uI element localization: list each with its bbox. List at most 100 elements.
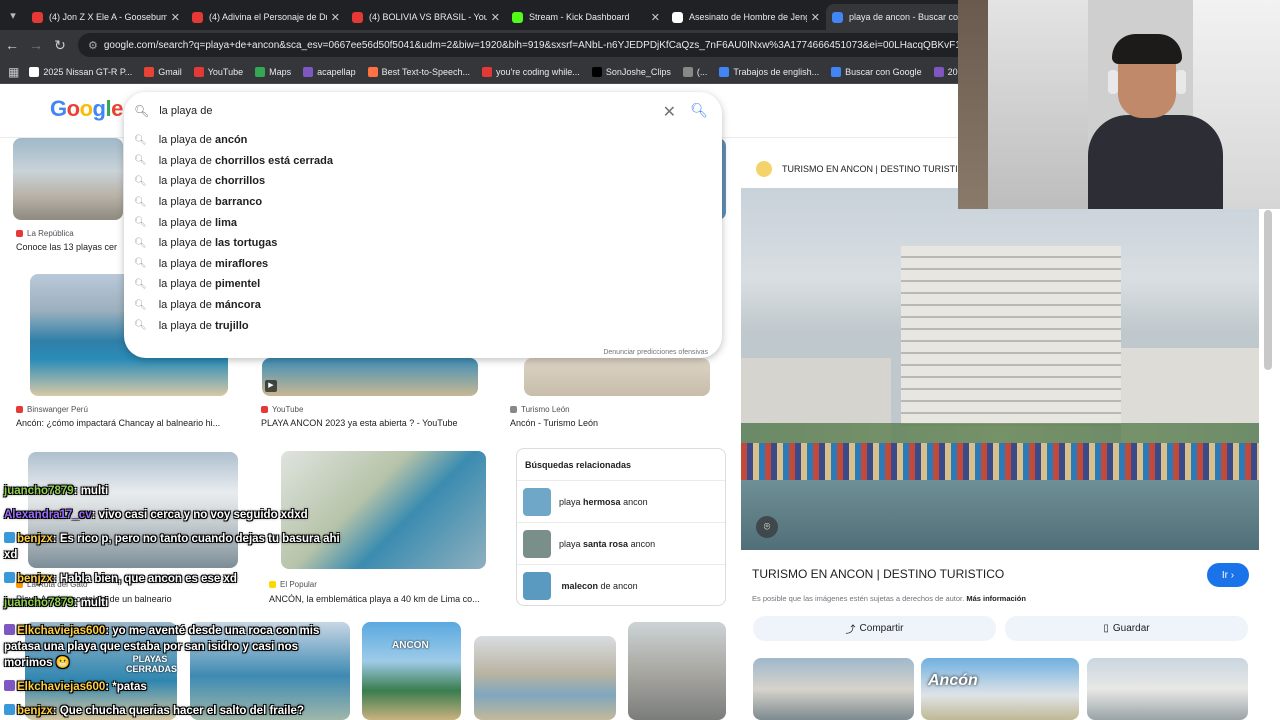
bookmark-favicon <box>29 66 40 77</box>
result-caption[interactable]: PLAYA ANCON 2023 ya esta abierta ? - You… <box>261 418 485 428</box>
report-predictions-link[interactable]: Denunciar predicciones ofensivas <box>603 349 708 356</box>
similar-thumb-text: Ancón <box>928 672 978 689</box>
tab-search-icon[interactable]: ▾ <box>0 0 26 30</box>
bookmark-item[interactable]: SonJoshe_Clips <box>591 66 671 77</box>
bookmark-item[interactable]: 2025 Nissan GT-R P... <box>29 66 132 77</box>
chat-badge-icon <box>4 680 15 691</box>
bookmark-label: YouTube <box>207 66 244 77</box>
result-caption[interactable]: ANCÓN, la emblemática playa a 40 km de L… <box>269 594 499 604</box>
tab-favicon <box>192 11 203 23</box>
search-icon: 🔍︎ <box>134 278 147 290</box>
search-query: la playa de <box>159 105 213 117</box>
suggestion-item[interactable]: 🔍︎ la playa de máncora <box>124 295 722 316</box>
chat-badge-icon <box>4 572 15 583</box>
panel-title[interactable]: TURISMO EN ANCON | DESTINO TURISTICO <box>752 567 1004 581</box>
bookmark-item[interactable]: Buscar con Google <box>831 66 922 77</box>
bookmark-item[interactable]: (... <box>682 66 707 77</box>
lens-icon[interactable]: ⌾ <box>756 516 778 538</box>
related-search-item[interactable]: playa hermosa ancon <box>517 481 725 523</box>
back-icon[interactable]: ← <box>0 37 24 53</box>
tab-favicon <box>352 11 363 23</box>
suggestion-item[interactable]: 🔍︎ la playa de pimentel <box>124 274 722 295</box>
result-caption[interactable]: Ancón - Turismo León <box>510 418 710 428</box>
result-image-11[interactable] <box>628 622 726 720</box>
similar-image-3[interactable] <box>1087 658 1248 720</box>
similar-image-1[interactable] <box>753 658 914 720</box>
related-search-item[interactable]: malecon de ancon <box>517 565 725 607</box>
result-image-9[interactable] <box>362 622 461 720</box>
suggestion-completion: lima <box>214 216 237 229</box>
browser-tab[interactable]: (4) Adivina el Personaje de Dra ✕ <box>186 4 346 30</box>
address-input[interactable]: ⚙ google.com/search?q=playa+de+ancon&sca… <box>78 33 1078 57</box>
search-icon: 🔍︎ <box>134 155 147 167</box>
browser-tab[interactable]: (4) Jon Z X Ele A - Goosebumps ✕ <box>26 4 186 30</box>
result-image-6[interactable] <box>281 451 486 569</box>
close-tab-icon[interactable]: ✕ <box>491 11 500 24</box>
bookmark-item[interactable]: YouTube <box>193 66 244 77</box>
bookmark-favicon <box>831 66 842 77</box>
bookmark-item[interactable]: Best Text-to-Speech... <box>367 66 471 77</box>
browser-tab[interactable]: Stream - Kick Dashboard ✕ <box>506 4 666 30</box>
search-input[interactable]: 🔍︎ la playa de <box>124 92 722 130</box>
suggestion-item[interactable]: 🔍︎ la playa de ancón <box>124 130 722 151</box>
bookmark-favicon <box>144 66 155 77</box>
close-tab-icon[interactable]: ✕ <box>651 11 660 24</box>
suggestion-prefix: la playa de <box>158 299 212 312</box>
close-tab-icon[interactable]: ✕ <box>331 11 340 24</box>
result-source: Binswanger Perú <box>16 405 88 414</box>
bookmark-label: you're coding while... <box>496 66 580 77</box>
share-button[interactable]: ⤴ Compartir <box>753 616 996 641</box>
suggestion-item[interactable]: 🔍︎ la playa de barranco <box>124 192 722 213</box>
close-tab-icon[interactable]: ✕ <box>171 11 180 24</box>
share-icon: ⤴ <box>845 625 856 636</box>
suggestion-completion: chorrillos está cerrada <box>214 154 333 167</box>
bookmark-item[interactable]: you're coding while... <box>482 66 580 77</box>
site-info-icon[interactable]: ⚙ <box>88 39 98 52</box>
suggestion-item[interactable]: 🔍︎ la playa de trujillo <box>124 315 722 336</box>
suggestion-item[interactable]: 🔍︎ la playa de miraflores <box>124 254 722 275</box>
bookmark-item[interactable]: Trabajos de english... <box>719 66 819 77</box>
result-caption[interactable]: Conoce las 13 playas cer <box>16 242 124 252</box>
result-image-1[interactable] <box>13 138 123 220</box>
related-pre: playa <box>559 538 581 549</box>
clear-search-icon[interactable]: ✕ <box>663 102 676 122</box>
search-icon: 🔍︎ <box>134 320 147 332</box>
suggestion-item[interactable]: 🔍︎ la playa de chorrillos <box>124 171 722 192</box>
save-button[interactable]: ▯ Guardar <box>1005 616 1248 641</box>
result-image-4[interactable] <box>524 358 710 396</box>
bookmark-item[interactable]: Gmail <box>144 66 182 77</box>
result-image-3[interactable] <box>262 358 478 396</box>
browser-tab[interactable]: Asesinato de Hombre de Jeng ✕ <box>666 4 826 30</box>
google-logo[interactable]: Google <box>50 96 123 122</box>
search-submit-icon[interactable]: 🔍︎ <box>690 102 708 119</box>
result-caption[interactable]: Ancón: ¿cómo impactará Chancay al balnea… <box>16 418 240 428</box>
visit-button[interactable]: Ir › <box>1207 563 1249 587</box>
chat-text: vivo casi cerca y no voy seguido xdxd <box>98 509 308 521</box>
bookmark-label: Best Text-to-Speech... <box>381 66 471 77</box>
panel-header[interactable]: TURISMO EN ANCON | DESTINO TURISTICO <box>740 150 971 188</box>
suggestion-item[interactable]: 🔍︎ la playa de las tortugas <box>124 233 722 254</box>
apps-grid-icon[interactable]: ▦ <box>8 65 19 79</box>
scrollbar[interactable] <box>1264 210 1272 370</box>
chat-message: patasa una playa que estaba por san isid… <box>4 640 298 655</box>
suggestion-completion: pimentel <box>214 278 261 291</box>
bookmark-favicon <box>255 66 266 77</box>
chat-message: benjzx: Habla bien, que ancon es ese xd <box>4 572 237 587</box>
result-image-10[interactable] <box>474 636 616 720</box>
thumb-overlay-text: ANCON <box>392 640 429 651</box>
close-tab-icon[interactable]: ✕ <box>811 11 820 24</box>
bookmark-item[interactable]: Maps <box>255 66 291 77</box>
suggestion-completion: máncora <box>214 299 261 312</box>
suggestion-item[interactable]: 🔍︎ la playa de lima <box>124 212 722 233</box>
bookmark-item[interactable]: acapellap <box>303 66 356 77</box>
more-info-link[interactable]: Más información <box>966 594 1026 603</box>
suggestion-item[interactable]: 🔍︎ la playa de chorrillos está cerrada <box>124 151 722 172</box>
reload-icon[interactable]: ↻ <box>48 37 72 54</box>
browser-tab[interactable]: (4) BOLIVIA VS BRASIL - YouTu ✕ <box>346 4 506 30</box>
panel-site-name: TURISMO EN ANCON | DESTINO TURISTICO <box>782 164 972 174</box>
related-search-item[interactable]: playa santa rosa ancon <box>517 523 725 565</box>
chat-message: juancho7879: multi <box>4 485 109 497</box>
chat-username: Elkchaviejas600 <box>17 681 106 693</box>
preview-image[interactable] <box>741 188 1259 550</box>
forward-icon[interactable]: → <box>24 37 48 53</box>
